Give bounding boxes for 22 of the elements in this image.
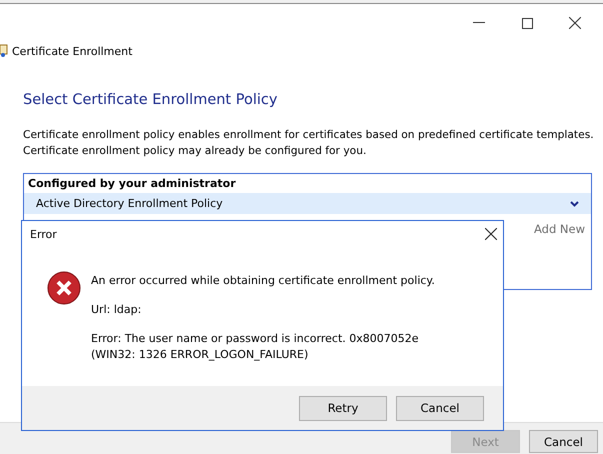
close-icon[interactable] bbox=[485, 228, 497, 240]
close-icon bbox=[569, 17, 581, 29]
error-message: Error: The user name or password is incorrect. 0x8007052e (WIN32: 1326 ERROR_LOGON_FAILURE) bbox=[91, 331, 420, 363]
chevron-down-icon[interactable] bbox=[570, 200, 579, 206]
minimize-icon bbox=[473, 22, 485, 24]
policy-name: Active Directory Enrollment Policy bbox=[36, 197, 223, 210]
error-icon bbox=[47, 271, 81, 305]
cancel-button[interactable]: Cancel bbox=[396, 396, 484, 420]
certificate-icon bbox=[0, 44, 8, 58]
error-message: An error occurred while obtaining certificate enrollment policy. bbox=[91, 273, 436, 289]
description-text: Certificate enrollment policy enables enrollment for certificates based on predefined certificate templates. bbox=[23, 128, 595, 141]
error-message: Url: ldap: bbox=[91, 302, 142, 318]
description-text: Certificate enrollment policy may already be configured for you. bbox=[23, 144, 368, 157]
dialog-title: Error bbox=[30, 228, 57, 240]
policy-item[interactable]: Active Directory Enrollment Policy bbox=[24, 193, 591, 214]
page-heading: Select Certificate Enrollment Policy bbox=[23, 92, 278, 108]
retry-button[interactable]: Retry bbox=[299, 396, 387, 420]
cancel-button[interactable]: Cancel bbox=[529, 430, 598, 453]
maximize-icon bbox=[522, 18, 532, 28]
window-title: Certificate Enrollment bbox=[12, 44, 132, 58]
add-new-link[interactable]: Add New bbox=[534, 222, 585, 236]
group-header: Configured by your administrator bbox=[27, 176, 237, 192]
